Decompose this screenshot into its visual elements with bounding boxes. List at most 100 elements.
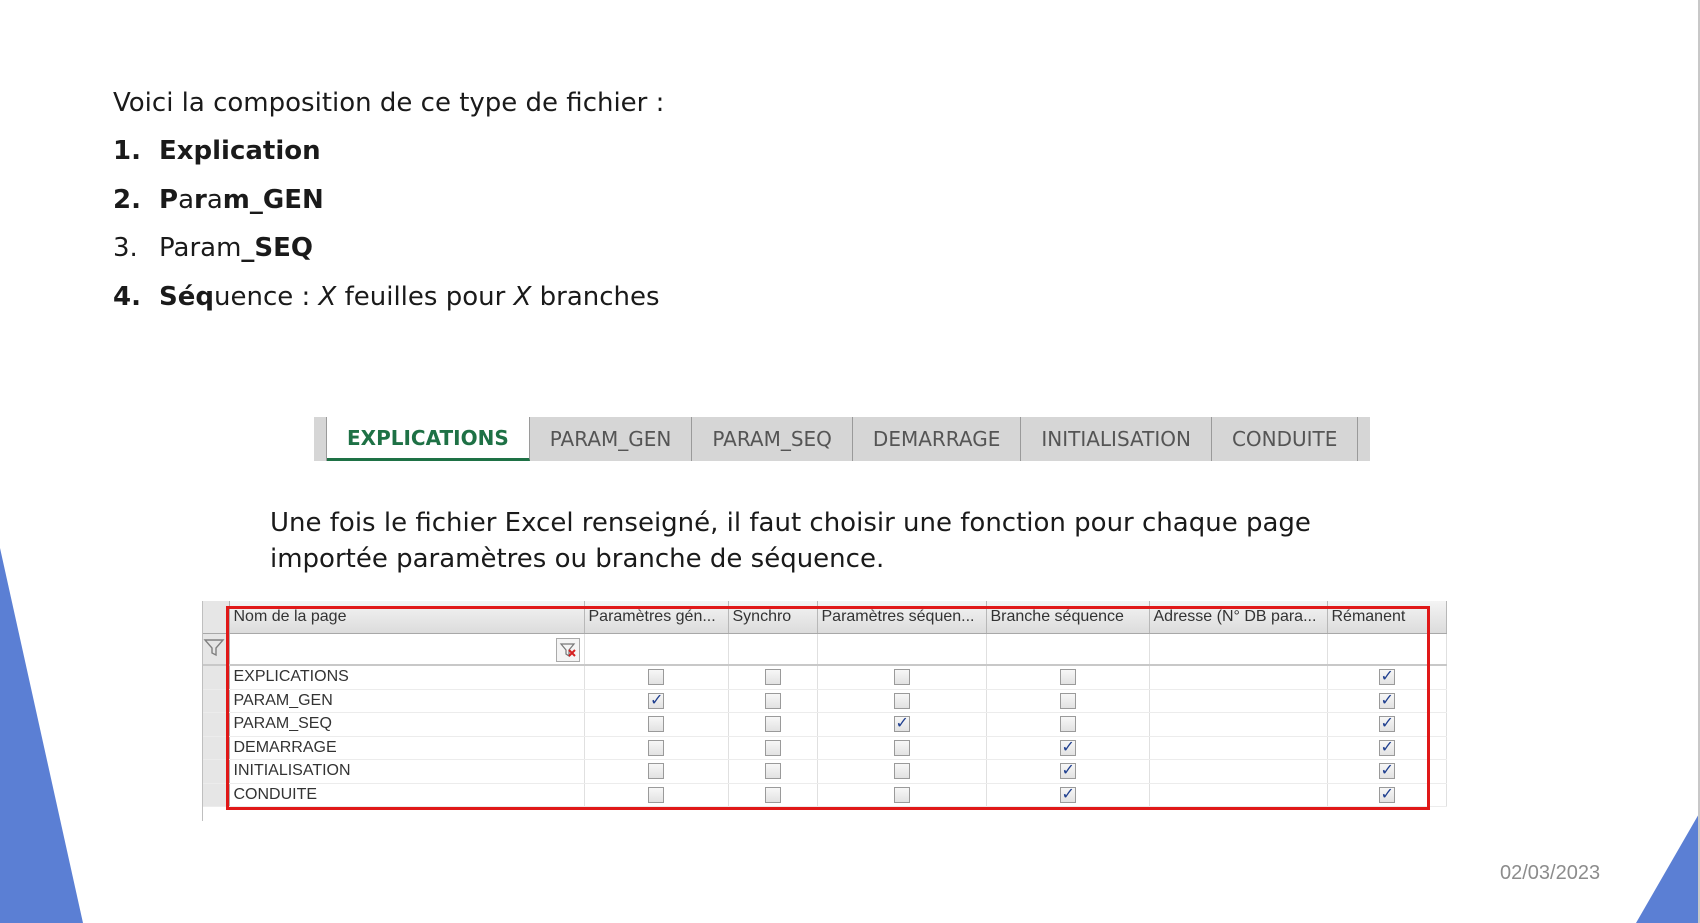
checkbox-cell (584, 736, 729, 760)
checkbox-branche[interactable] (1059, 737, 1076, 756)
filter-cell[interactable] (1149, 633, 1328, 666)
clear-filter-icon[interactable] (555, 638, 580, 662)
checkbox-cell (728, 759, 818, 784)
item-number: 1. (113, 136, 141, 166)
item-text: Param_GEN (159, 185, 324, 215)
checkbox-cell (1327, 689, 1447, 713)
table-row[interactable]: PARAM_GEN (203, 689, 1447, 713)
address-cell[interactable] (1149, 712, 1328, 737)
checkbox-cell (1327, 736, 1447, 760)
sheet-tab-param-seq[interactable]: PARAM_SEQ (692, 417, 853, 461)
checkbox-gen[interactable] (648, 786, 664, 803)
column-header[interactable]: Paramètres séquen... (817, 601, 987, 634)
checkbox-cell (584, 759, 729, 784)
address-cell[interactable] (1149, 665, 1328, 690)
address-cell[interactable] (1149, 783, 1328, 807)
checkbox-gen[interactable] (648, 716, 664, 733)
checkbox-branche[interactable] (1059, 692, 1076, 709)
checkbox-seq[interactable] (893, 763, 910, 780)
checkbox-cell (986, 665, 1150, 690)
checkbox-cell (728, 689, 818, 713)
filter-cell-name[interactable] (229, 633, 585, 666)
instruction-paragraph: Une fois le fichier Excel renseigné, il … (270, 508, 1311, 574)
checkbox-cell (1327, 783, 1447, 807)
page-name-cell: CONDUITE (229, 783, 585, 807)
column-header[interactable]: Adresse (N° DB para... (1149, 601, 1328, 634)
checkbox-seq[interactable] (893, 739, 910, 756)
composition-list: 1. Explication 2. Param_GEN 3. Param_SEQ 4. Séq… (113, 136, 660, 330)
checkbox-synchro[interactable] (764, 739, 781, 756)
checkbox-cell (584, 689, 729, 713)
address-cell[interactable] (1149, 689, 1328, 713)
column-header[interactable]: Synchro (728, 601, 818, 634)
checkbox-remanent[interactable] (1378, 737, 1395, 756)
checkbox-synchro[interactable] (764, 669, 781, 686)
item-text-part: Param (159, 233, 242, 263)
filter-cell[interactable] (1327, 633, 1447, 666)
checkbox-seq[interactable] (893, 692, 910, 709)
table-row[interactable]: DEMARRAGE (203, 736, 1447, 760)
checkbox-gen[interactable] (648, 763, 664, 780)
checkbox-cell (986, 759, 1150, 784)
checkbox-cell (817, 759, 987, 784)
checkbox-cell (817, 712, 987, 737)
page-name-cell: EXPLICATIONS (229, 665, 585, 690)
checkbox-gen[interactable] (648, 739, 664, 756)
checkbox-cell (817, 736, 987, 760)
sheet-tab-initialisation[interactable]: INITIALISATION (1021, 417, 1212, 461)
row-header[interactable] (203, 736, 230, 760)
filter-icon (203, 638, 225, 656)
checkbox-synchro[interactable] (764, 786, 781, 803)
checkbox-cell (986, 712, 1150, 737)
page-function-grid: Nom de la page Paramètres gén... Synchro Pa… (202, 601, 1447, 821)
filter-cell[interactable] (728, 633, 818, 666)
checkbox-branche[interactable] (1059, 716, 1076, 733)
row-header[interactable] (203, 783, 230, 807)
checkbox-branche[interactable] (1059, 784, 1076, 803)
sheet-tab-param-gen[interactable]: PARAM_GEN (530, 417, 693, 461)
checkbox-remanent[interactable] (1378, 666, 1395, 686)
sheet-tab-conduite[interactable]: CONDUITE (1212, 417, 1359, 461)
checkbox-remanent[interactable] (1378, 690, 1395, 709)
filter-cell[interactable] (986, 633, 1150, 666)
checkbox-gen[interactable] (648, 690, 664, 709)
table-row[interactable]: EXPLICATIONS (203, 665, 1447, 690)
composition-item: 1. Explication (113, 136, 660, 185)
checkbox-gen[interactable] (648, 669, 664, 686)
checkbox-remanent[interactable] (1378, 713, 1395, 733)
address-cell[interactable] (1149, 759, 1328, 784)
column-header[interactable]: Branche séquence (986, 601, 1150, 634)
checkbox-branche[interactable] (1059, 669, 1076, 686)
grid-header-row: Nom de la page Paramètres gén... Synchro Pa… (203, 601, 1447, 634)
page-name-cell: PARAM_GEN (229, 689, 585, 713)
sheet-tab-demarrage[interactable]: DEMARRAGE (853, 417, 1022, 461)
checkbox-seq[interactable] (893, 669, 910, 686)
checkbox-branche[interactable] (1059, 760, 1076, 780)
table-row[interactable]: PARAM_SEQ (203, 712, 1447, 737)
row-header[interactable] (203, 689, 230, 713)
row-header[interactable] (203, 712, 230, 737)
row-header[interactable] (203, 759, 230, 784)
filter-cell[interactable] (584, 633, 729, 666)
item-text-part: feuilles pour (336, 281, 514, 312)
checkbox-seq[interactable] (893, 713, 910, 733)
composition-item: 3. Param_SEQ (113, 233, 660, 282)
checkbox-synchro[interactable] (764, 716, 781, 733)
checkbox-remanent[interactable] (1378, 784, 1395, 803)
column-header[interactable]: Nom de la page (229, 601, 585, 634)
sheet-tab-explications[interactable]: EXPLICATIONS (327, 417, 530, 461)
column-header[interactable]: Rémanent (1327, 601, 1447, 634)
checkbox-synchro[interactable] (764, 763, 781, 780)
item-text-part: a (178, 184, 194, 215)
table-row[interactable]: CONDUITE (203, 783, 1447, 807)
column-header[interactable]: Paramètres gén... (584, 601, 729, 634)
checkbox-synchro[interactable] (764, 692, 781, 709)
table-row[interactable]: INITIALISATION (203, 759, 1447, 784)
checkbox-remanent[interactable] (1378, 760, 1395, 780)
row-header[interactable] (203, 665, 230, 690)
address-cell[interactable] (1149, 736, 1328, 760)
filter-cell[interactable] (817, 633, 987, 666)
checkbox-seq[interactable] (893, 786, 910, 803)
checkbox-cell (1327, 712, 1447, 737)
checkbox-cell (728, 665, 818, 690)
